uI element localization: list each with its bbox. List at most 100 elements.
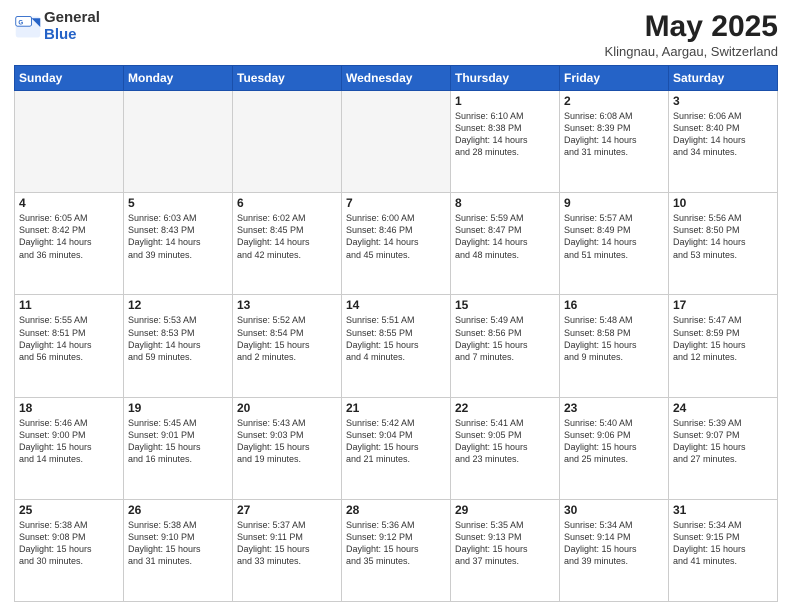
calendar-cell: 21 Sunrise: 5:42 AM Sunset: 9:04 PM Dayli… [342, 397, 451, 499]
day-number: 30 [564, 503, 664, 517]
logo-general: General [44, 9, 100, 26]
day-number: 10 [673, 196, 773, 210]
day-info: Sunrise: 5:34 AM Sunset: 9:14 PM Dayligh… [564, 519, 664, 568]
calendar-cell: 15 Sunrise: 5:49 AM Sunset: 8:56 PM Dayli… [451, 295, 560, 397]
day-info: Sunrise: 6:10 AM Sunset: 8:38 PM Dayligh… [455, 110, 555, 159]
day-number: 9 [564, 196, 664, 210]
day-info: Sunrise: 6:06 AM Sunset: 8:40 PM Dayligh… [673, 110, 773, 159]
day-info: Sunrise: 5:46 AM Sunset: 9:00 PM Dayligh… [19, 417, 119, 466]
weekday-header-row: SundayMondayTuesdayWednesdayThursdayFrid… [15, 66, 778, 91]
weekday-header-monday: Monday [124, 66, 233, 91]
calendar-cell: 9 Sunrise: 5:57 AM Sunset: 8:49 PM Daylig… [560, 193, 669, 295]
day-info: Sunrise: 5:35 AM Sunset: 9:13 PM Dayligh… [455, 519, 555, 568]
calendar-cell: 8 Sunrise: 5:59 AM Sunset: 8:47 PM Daylig… [451, 193, 560, 295]
day-info: Sunrise: 5:59 AM Sunset: 8:47 PM Dayligh… [455, 212, 555, 261]
location-subtitle: Klingnau, Aargau, Switzerland [605, 44, 778, 59]
weekday-header-saturday: Saturday [669, 66, 778, 91]
calendar-cell: 10 Sunrise: 5:56 AM Sunset: 8:50 PM Dayli… [669, 193, 778, 295]
calendar-cell: 19Sunrise: 5:45 AM Sunset: 9:01 PM Dayli… [124, 397, 233, 499]
day-info: Sunrise: 6:02 AM Sunset: 8:45 PM Dayligh… [237, 212, 337, 261]
calendar-cell: 13 Sunrise: 5:52 AM Sunset: 8:54 PM Dayli… [233, 295, 342, 397]
day-info: Sunrise: 6:03 AM Sunset: 8:43 PM Dayligh… [128, 212, 228, 261]
day-number: 23 [564, 401, 664, 415]
calendar-cell: 29 Sunrise: 5:35 AM Sunset: 9:13 PM Dayli… [451, 499, 560, 601]
day-number: 21 [346, 401, 446, 415]
day-info: Sunrise: 5:40 AM Sunset: 9:06 PM Dayligh… [564, 417, 664, 466]
day-info: Sunrise: 5:34 AM Sunset: 9:15 PM Dayligh… [673, 519, 773, 568]
day-info: Sunrise: 5:43 AM Sunset: 9:03 PM Dayligh… [237, 417, 337, 466]
logo-icon: G [14, 13, 42, 41]
calendar-cell: 6 Sunrise: 6:02 AM Sunset: 8:45 PM Daylig… [233, 193, 342, 295]
day-info: Sunrise: 5:52 AM Sunset: 8:54 PM Dayligh… [237, 314, 337, 363]
day-info: Sunrise: 5:38 AM Sunset: 9:08 PM Dayligh… [19, 519, 119, 568]
header: G General Blue May 2025 Klingnau, Aargau… [14, 10, 778, 59]
calendar-cell: 26 Sunrise: 5:38 AM Sunset: 9:10 PM Dayli… [124, 499, 233, 601]
weekday-header-tuesday: Tuesday [233, 66, 342, 91]
weekday-header-wednesday: Wednesday [342, 66, 451, 91]
logo-text: General Blue [44, 10, 100, 43]
calendar-cell: 3 Sunrise: 6:06 AM Sunset: 8:40 PM Daylig… [669, 91, 778, 193]
day-number: 7 [346, 196, 446, 210]
day-info: Sunrise: 5:42 AM Sunset: 9:04 PM Dayligh… [346, 417, 446, 466]
day-number: 18 [19, 401, 119, 415]
calendar-cell: 30 Sunrise: 5:34 AM Sunset: 9:14 PM Dayli… [560, 499, 669, 601]
calendar-cell: 24 Sunrise: 5:39 AM Sunset: 9:07 PM Dayli… [669, 397, 778, 499]
day-number: 13 [237, 298, 337, 312]
month-title: May 2025 [605, 10, 778, 43]
day-number: 6 [237, 196, 337, 210]
day-info: Sunrise: 5:49 AM Sunset: 8:56 PM Dayligh… [455, 314, 555, 363]
day-number: 4 [19, 196, 119, 210]
calendar-cell [124, 91, 233, 193]
day-info: Sunrise: 5:55 AM Sunset: 8:51 PM Dayligh… [19, 314, 119, 363]
day-number: 22 [455, 401, 555, 415]
svg-text:G: G [18, 19, 23, 26]
calendar-cell: 23 Sunrise: 5:40 AM Sunset: 9:06 PM Dayli… [560, 397, 669, 499]
week-row-3: 11 Sunrise: 5:55 AM Sunset: 8:51 PM Dayli… [15, 295, 778, 397]
day-info: Sunrise: 5:47 AM Sunset: 8:59 PM Dayligh… [673, 314, 773, 363]
day-number: 3 [673, 94, 773, 108]
day-info: Sunrise: 5:53 AM Sunset: 8:53 PM Dayligh… [128, 314, 228, 363]
calendar-cell [233, 91, 342, 193]
day-number: 25 [19, 503, 119, 517]
calendar-cell: 17 Sunrise: 5:47 AM Sunset: 8:59 PM Dayli… [669, 295, 778, 397]
day-number: 8 [455, 196, 555, 210]
calendar-cell: 31 Sunrise: 5:34 AM Sunset: 9:15 PM Dayli… [669, 499, 778, 601]
calendar-cell: 5Sunrise: 6:03 AM Sunset: 8:43 PM Daylig… [124, 193, 233, 295]
day-number: 26 [128, 503, 228, 517]
calendar-cell: 2 Sunrise: 6:08 AM Sunset: 8:39 PM Daylig… [560, 91, 669, 193]
calendar-table: SundayMondayTuesdayWednesdayThursdayFrid… [14, 65, 778, 602]
week-row-5: 25 Sunrise: 5:38 AM Sunset: 9:08 PM Dayli… [15, 499, 778, 601]
day-info: Sunrise: 5:56 AM Sunset: 8:50 PM Dayligh… [673, 212, 773, 261]
day-number: 17 [673, 298, 773, 312]
day-number: 24 [673, 401, 773, 415]
day-number: 31 [673, 503, 773, 517]
day-info: Sunrise: 6:08 AM Sunset: 8:39 PM Dayligh… [564, 110, 664, 159]
week-row-4: 18 Sunrise: 5:46 AM Sunset: 9:00 PM Dayli… [15, 397, 778, 499]
day-number: 11 [19, 298, 119, 312]
week-row-1: 1 Sunrise: 6:10 AM Sunset: 8:38 PM Daylig… [15, 91, 778, 193]
day-number: 27 [237, 503, 337, 517]
calendar-cell [342, 91, 451, 193]
day-info: Sunrise: 5:39 AM Sunset: 9:07 PM Dayligh… [673, 417, 773, 466]
title-block: May 2025 Klingnau, Aargau, Switzerland [605, 10, 778, 59]
calendar-cell: 27Sunrise: 5:37 AM Sunset: 9:11 PM Dayli… [233, 499, 342, 601]
calendar-cell: 22Sunrise: 5:41 AM Sunset: 9:05 PM Dayli… [451, 397, 560, 499]
day-number: 14 [346, 298, 446, 312]
day-info: Sunrise: 5:48 AM Sunset: 8:58 PM Dayligh… [564, 314, 664, 363]
day-number: 15 [455, 298, 555, 312]
week-row-2: 4Sunrise: 6:05 AM Sunset: 8:42 PM Daylig… [15, 193, 778, 295]
day-info: Sunrise: 5:57 AM Sunset: 8:49 PM Dayligh… [564, 212, 664, 261]
day-number: 2 [564, 94, 664, 108]
day-info: Sunrise: 6:00 AM Sunset: 8:46 PM Dayligh… [346, 212, 446, 261]
day-info: Sunrise: 5:38 AM Sunset: 9:10 PM Dayligh… [128, 519, 228, 568]
day-number: 16 [564, 298, 664, 312]
day-info: Sunrise: 5:45 AM Sunset: 9:01 PM Dayligh… [128, 417, 228, 466]
weekday-header-sunday: Sunday [15, 66, 124, 91]
day-number: 1 [455, 94, 555, 108]
calendar-cell: 16 Sunrise: 5:48 AM Sunset: 8:58 PM Dayli… [560, 295, 669, 397]
calendar-cell: 12Sunrise: 5:53 AM Sunset: 8:53 PM Dayli… [124, 295, 233, 397]
day-number: 29 [455, 503, 555, 517]
calendar-cell: 20Sunrise: 5:43 AM Sunset: 9:03 PM Dayli… [233, 397, 342, 499]
weekday-header-thursday: Thursday [451, 66, 560, 91]
weekday-header-friday: Friday [560, 66, 669, 91]
